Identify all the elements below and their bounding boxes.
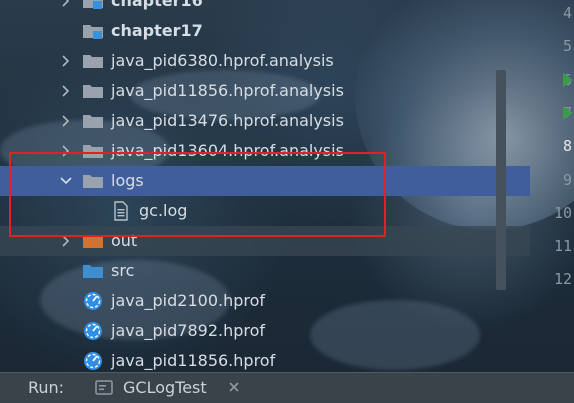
tree-scrollbar[interactable] bbox=[496, 70, 506, 290]
tree-item-label: java_pid2100.hprof bbox=[111, 291, 266, 310]
line-number: 8 bbox=[562, 137, 572, 156]
run-label: Run: bbox=[28, 378, 65, 397]
chevron-right-icon[interactable] bbox=[57, 82, 75, 100]
tree-item[interactable]: java_pid6380.hprof.analysis bbox=[0, 46, 530, 76]
hprof-file-icon bbox=[82, 322, 104, 340]
line-number: 4 bbox=[562, 4, 572, 22]
chevron-right-icon[interactable] bbox=[57, 52, 75, 70]
chevron-right-icon[interactable] bbox=[57, 112, 75, 130]
tree-item[interactable]: java_pid13476.hprof.analysis bbox=[0, 106, 530, 136]
run-gutter-icon[interactable] bbox=[562, 72, 574, 88]
tree-item[interactable]: java_pid2100.hprof bbox=[0, 286, 530, 316]
line-number: 10 bbox=[553, 203, 572, 222]
tree-item-label: java_pid13476.hprof.analysis bbox=[111, 111, 344, 130]
close-icon[interactable] bbox=[226, 379, 242, 395]
chevron-right-icon[interactable] bbox=[57, 0, 75, 10]
annotation-highlight-box bbox=[9, 152, 386, 237]
tree-item-label: java_pid11856.hprof.analysis bbox=[111, 81, 344, 100]
tree-item[interactable]: src bbox=[0, 256, 530, 286]
folder-icon bbox=[82, 82, 104, 100]
editor-gutter: 456789101112 bbox=[532, 0, 574, 372]
source-folder-icon bbox=[82, 262, 104, 280]
tree-item[interactable]: java_pid7892.hprof bbox=[0, 316, 530, 346]
tree-item[interactable]: java_pid11856.hprof.analysis bbox=[0, 76, 530, 106]
tree-item-label: java_pid6380.hprof.analysis bbox=[111, 51, 334, 70]
line-number: 9 bbox=[562, 170, 572, 189]
line-number: 12 bbox=[553, 270, 572, 289]
module-folder-icon bbox=[82, 22, 104, 40]
tree-item-label: src bbox=[111, 261, 135, 280]
line-number: 5 bbox=[562, 37, 572, 56]
tree-item-label: java_pid7892.hprof bbox=[111, 321, 266, 340]
hprof-file-icon bbox=[82, 292, 104, 310]
hprof-file-icon bbox=[82, 352, 104, 370]
tree-item[interactable]: chapter17 bbox=[0, 16, 530, 46]
folder-icon bbox=[82, 112, 104, 130]
module-folder-icon bbox=[82, 0, 104, 10]
folder-icon bbox=[82, 52, 104, 70]
tree-item-label: chapter16 bbox=[111, 0, 203, 10]
run-tab-gclogtest[interactable]: GCLogTest bbox=[123, 373, 207, 403]
tree-item-label: chapter17 bbox=[111, 21, 203, 40]
run-gutter-icon[interactable] bbox=[562, 105, 574, 121]
tree-item[interactable]: chapter16 bbox=[0, 0, 530, 16]
run-panel-bar: Run: GCLogTest bbox=[0, 372, 574, 403]
run-config-icon bbox=[95, 380, 113, 396]
line-number: 11 bbox=[553, 237, 572, 256]
